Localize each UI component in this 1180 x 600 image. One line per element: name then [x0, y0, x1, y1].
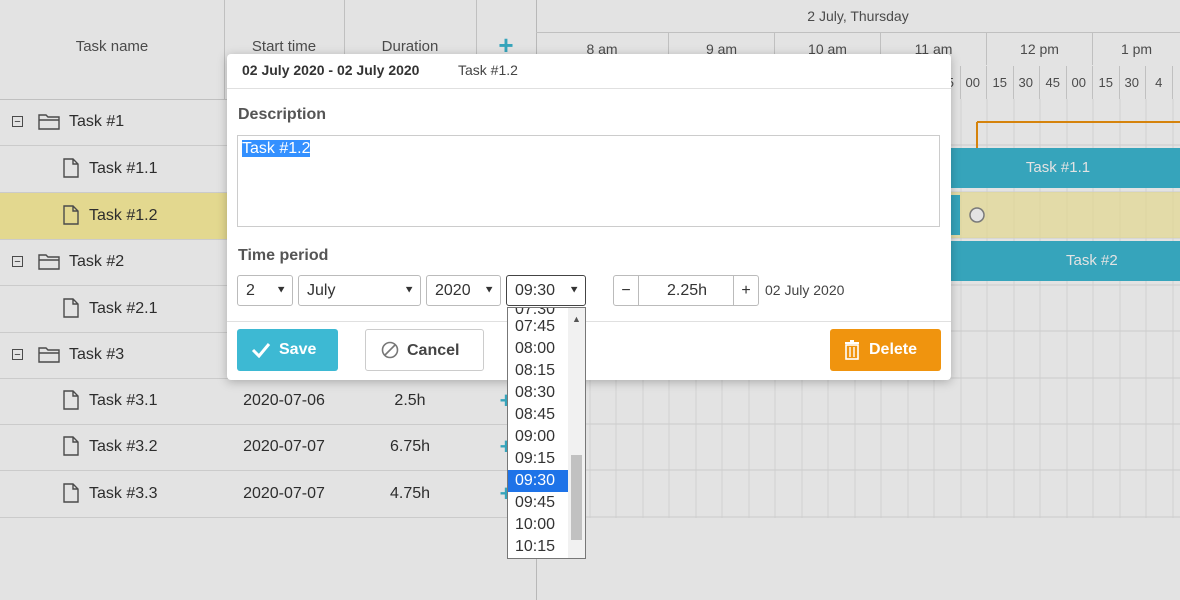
- month-select[interactable]: July ⯆: [298, 275, 421, 306]
- duration-stepper: − 2.25h +: [613, 275, 759, 306]
- time-select[interactable]: 09:30 ⯆: [506, 275, 586, 306]
- time-dropdown-list[interactable]: 07:30 07:45 08:00 08:15 08:30 08:45 09:0…: [507, 307, 586, 559]
- day-select-value: 2: [246, 282, 255, 299]
- lightbox-task-title: Task #1.2: [458, 62, 518, 78]
- time-option[interactable]: 09:45: [508, 492, 575, 514]
- end-date-text: 02 July 2020: [765, 282, 845, 298]
- chevron-down-icon: ⯆: [404, 283, 414, 297]
- time-option[interactable]: 08:15: [508, 360, 575, 382]
- dropdown-scrollbar-thumb[interactable]: [571, 455, 582, 540]
- lightbox-header: 02 July 2020 - 02 July 2020 Task #1.2: [227, 54, 951, 89]
- trash-icon: [845, 340, 859, 360]
- time-option[interactable]: 10:15: [508, 536, 575, 558]
- lightbox-divider: [227, 321, 951, 322]
- time-option[interactable]: 08:00: [508, 338, 575, 360]
- lightbox-date-range: 02 July 2020 - 02 July 2020: [242, 62, 420, 78]
- time-option[interactable]: 09:15: [508, 448, 575, 470]
- time-option[interactable]: 09:00: [508, 426, 575, 448]
- duration-input[interactable]: 2.25h: [639, 276, 735, 305]
- month-select-value: July: [307, 282, 336, 299]
- time-option[interactable]: 07:45: [508, 316, 575, 338]
- duration-decrease-button[interactable]: −: [614, 276, 639, 305]
- time-select-value: 09:30: [515, 282, 556, 299]
- dropdown-scrollbar[interactable]: ▲: [568, 308, 585, 558]
- time-option-selected[interactable]: 09:30: [508, 470, 575, 492]
- delete-button[interactable]: Delete: [830, 329, 941, 371]
- cancel-button-label: Cancel: [407, 342, 460, 359]
- cancel-button[interactable]: Cancel: [365, 329, 484, 371]
- duration-increase-button[interactable]: +: [733, 276, 758, 305]
- description-label: Description: [238, 106, 327, 123]
- time-option[interactable]: 08:30: [508, 382, 575, 404]
- chevron-down-icon: ⯆: [484, 283, 494, 297]
- cancel-icon: [381, 341, 399, 359]
- save-button-label: Save: [279, 341, 317, 358]
- description-text: Task #1.2: [242, 140, 311, 157]
- check-icon: [251, 343, 271, 358]
- chevron-down-icon: ⯆: [569, 283, 579, 297]
- time-period-label: Time period: [238, 247, 329, 264]
- time-option[interactable]: 08:45: [508, 404, 575, 426]
- scroll-up-arrow-icon[interactable]: ▲: [572, 314, 581, 324]
- delete-button-label: Delete: [869, 341, 918, 358]
- chevron-down-icon: ⯆: [276, 283, 286, 297]
- description-textarea[interactable]: Task #1.2: [237, 135, 940, 227]
- save-button[interactable]: Save: [237, 329, 338, 371]
- year-select[interactable]: 2020 ⯆: [426, 275, 501, 306]
- day-select[interactable]: 2 ⯆: [237, 275, 293, 306]
- year-select-value: 2020: [435, 282, 471, 299]
- task-edit-lightbox: 02 July 2020 - 02 July 2020 Task #1.2 De…: [227, 54, 951, 380]
- time-option[interactable]: 10:00: [508, 514, 575, 536]
